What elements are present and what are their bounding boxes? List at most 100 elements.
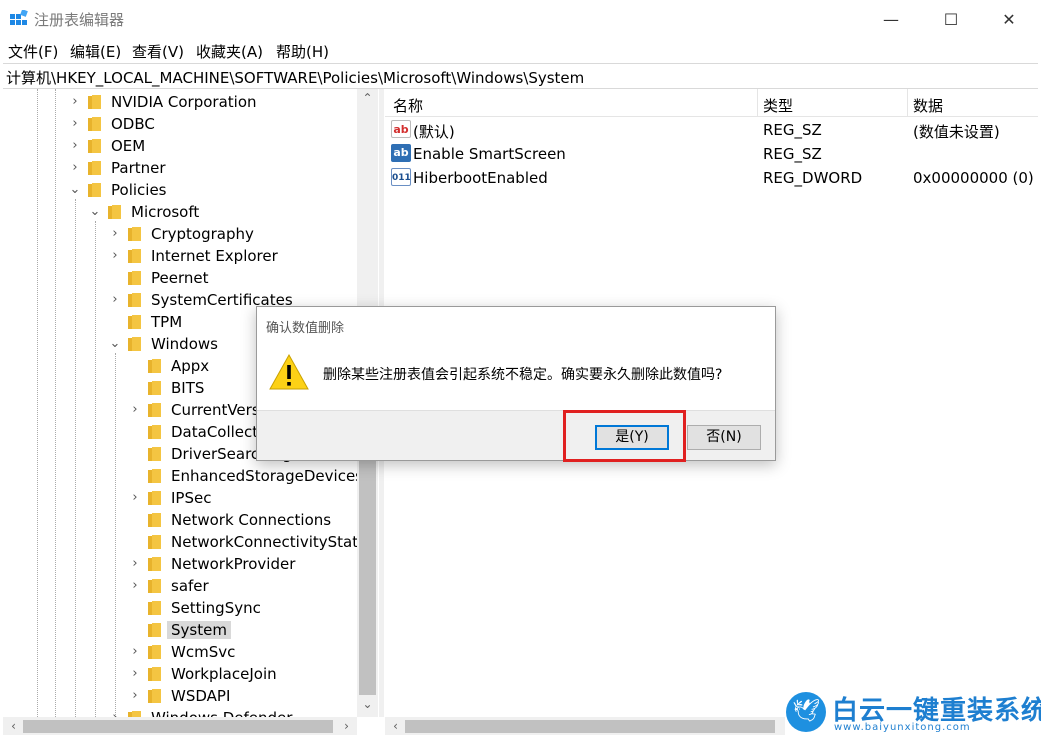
tree-item[interactable]: › Internet Explorer: [3, 245, 377, 267]
scroll-up-icon[interactable]: ⌃: [359, 91, 376, 105]
column-separator[interactable]: [907, 89, 908, 117]
tree-item[interactable]: EnhancedStorageDevices: [3, 465, 377, 487]
annotation-highlight-box: [563, 410, 686, 462]
maximize-icon: ☐: [943, 9, 959, 29]
tree-item[interactable]: › Windows Defender: [3, 707, 377, 717]
menu-favorites[interactable]: 收藏夹(A): [196, 41, 263, 62]
chevron-right-icon[interactable]: ›: [68, 116, 82, 132]
folder-icon: [88, 183, 101, 197]
dialog-message: 删除某些注册表值会引起系统不稳定。确实要永久删除此数值吗?: [323, 367, 723, 383]
folder-icon: [128, 293, 141, 307]
minimize-icon: —: [883, 9, 899, 29]
menu-bar: 文件(F) 编辑(E) 查看(V) 收藏夹(A) 帮助(H): [0, 38, 1041, 62]
tree-scroll-thumb[interactable]: [359, 459, 376, 695]
tree-item[interactable]: ⌄ Microsoft: [3, 201, 377, 223]
tree-item[interactable]: › NetworkProvider: [3, 553, 377, 575]
list-row[interactable]: 011 HiberbootEnabled REG_DWORD 0x0000000…: [385, 166, 1038, 190]
folder-icon: [148, 557, 161, 571]
chevron-right-icon[interactable]: ›: [108, 710, 122, 717]
tree-item[interactable]: › ODBC: [3, 113, 377, 135]
chevron-right-icon[interactable]: ›: [128, 490, 142, 506]
tree-item[interactable]: SettingSync: [3, 597, 377, 619]
chevron-right-icon[interactable]: ›: [128, 578, 142, 594]
chevron-right-icon[interactable]: ›: [68, 94, 82, 110]
menu-file[interactable]: 文件(F): [8, 41, 58, 62]
tree-item[interactable]: ⌄ Policies: [3, 179, 377, 201]
chevron-right-icon: [128, 534, 142, 550]
tree-item[interactable]: › IPSec: [3, 487, 377, 509]
chevron-right-icon[interactable]: ›: [128, 644, 142, 660]
tree-item[interactable]: › OEM: [3, 135, 377, 157]
minimize-button[interactable]: —: [868, 0, 914, 38]
no-button[interactable]: 否(N): [687, 425, 761, 450]
address-path[interactable]: 计算机\HKEY_LOCAL_MACHINE\SOFTWARE\Policies…: [6, 67, 584, 88]
folder-icon: [148, 425, 161, 439]
string-value-icon: ab: [391, 144, 411, 162]
chevron-down-icon[interactable]: ⌄: [68, 182, 82, 198]
tree-horizontal-scrollbar[interactable]: ‹ ›: [3, 717, 357, 735]
scroll-right-icon[interactable]: ›: [338, 719, 355, 733]
watermark: 🕊 白云一键重装系统 www.baiyunxitong.com: [786, 690, 1041, 736]
chevron-right-icon[interactable]: ›: [108, 292, 122, 308]
regedit-app-icon: [10, 10, 28, 25]
tree-item[interactable]: NetworkConnectivityStatusIndicator: [3, 531, 377, 553]
chevron-right-icon[interactable]: ›: [128, 688, 142, 704]
chevron-down-icon[interactable]: ⌄: [88, 204, 102, 220]
tree-item[interactable]: System: [3, 619, 377, 641]
tree-item[interactable]: Network Connections: [3, 509, 377, 531]
tree-hscroll-thumb[interactable]: [23, 720, 333, 733]
tree-item-label: WorkplaceJoin: [171, 665, 277, 683]
tree-item[interactable]: › WorkplaceJoin: [3, 663, 377, 685]
tree-item-label: Windows Defender: [151, 709, 292, 717]
tree-item[interactable]: › Cryptography: [3, 223, 377, 245]
tree-item[interactable]: › WSDAPI: [3, 685, 377, 707]
tree-item[interactable]: › NVIDIA Corporation: [3, 91, 377, 113]
folder-icon: [148, 689, 161, 703]
menu-edit[interactable]: 编辑(E): [70, 41, 121, 62]
chevron-right-icon[interactable]: ›: [108, 226, 122, 242]
scroll-left-icon[interactable]: ‹: [387, 719, 404, 733]
list-row[interactable]: ab (默认) REG_SZ (数值未设置): [385, 118, 1038, 142]
tree-item[interactable]: › Partner: [3, 157, 377, 179]
menu-view[interactable]: 查看(V): [132, 41, 184, 62]
list-hscroll-thumb[interactable]: [405, 720, 775, 733]
tree-item-label: OEM: [111, 137, 146, 155]
tree-item-label: Policies: [111, 181, 167, 199]
folder-icon: [148, 447, 161, 461]
chevron-down-icon[interactable]: ⌄: [108, 336, 122, 352]
chevron-right-icon[interactable]: ›: [108, 248, 122, 264]
chevron-right-icon[interactable]: ›: [128, 402, 142, 418]
tree-item[interactable]: › WcmSvc: [3, 641, 377, 663]
folder-icon: [108, 205, 121, 219]
column-name-header[interactable]: 名称: [393, 95, 423, 116]
folder-icon: [148, 513, 161, 527]
chevron-right-icon: [128, 512, 142, 528]
tree-item-label: ODBC: [111, 115, 155, 133]
chevron-right-icon[interactable]: ›: [128, 556, 142, 572]
close-button[interactable]: ✕: [986, 0, 1032, 38]
list-horizontal-scrollbar[interactable]: ‹: [385, 717, 785, 735]
chevron-right-icon[interactable]: ›: [68, 138, 82, 154]
scroll-down-icon[interactable]: ⌄: [359, 697, 376, 711]
warning-icon: [269, 354, 309, 390]
list-row[interactable]: ab Enable SmartScreen REG_SZ: [385, 142, 1038, 166]
folder-icon: [148, 403, 161, 417]
folder-icon: [148, 667, 161, 681]
folder-icon: [148, 381, 161, 395]
column-type-header[interactable]: 类型: [763, 95, 793, 116]
chevron-right-icon[interactable]: ›: [128, 666, 142, 682]
folder-icon: [148, 359, 161, 373]
menu-help[interactable]: 帮助(H): [276, 41, 329, 62]
chevron-right-icon: [128, 600, 142, 616]
tree-item[interactable]: › safer: [3, 575, 377, 597]
column-separator[interactable]: [757, 89, 758, 117]
value-data: 0x00000000 (0): [913, 169, 1034, 187]
scroll-left-icon[interactable]: ‹: [5, 719, 22, 733]
folder-icon: [148, 579, 161, 593]
chevron-right-icon[interactable]: ›: [68, 160, 82, 176]
tree-item-label: Cryptography: [151, 225, 254, 243]
maximize-button[interactable]: ☐: [928, 0, 974, 38]
tree-item[interactable]: Peernet: [3, 267, 377, 289]
address-bar[interactable]: 计算机\HKEY_LOCAL_MACHINE\SOFTWARE\Policies…: [3, 63, 1038, 89]
column-data-header[interactable]: 数据: [913, 95, 943, 116]
